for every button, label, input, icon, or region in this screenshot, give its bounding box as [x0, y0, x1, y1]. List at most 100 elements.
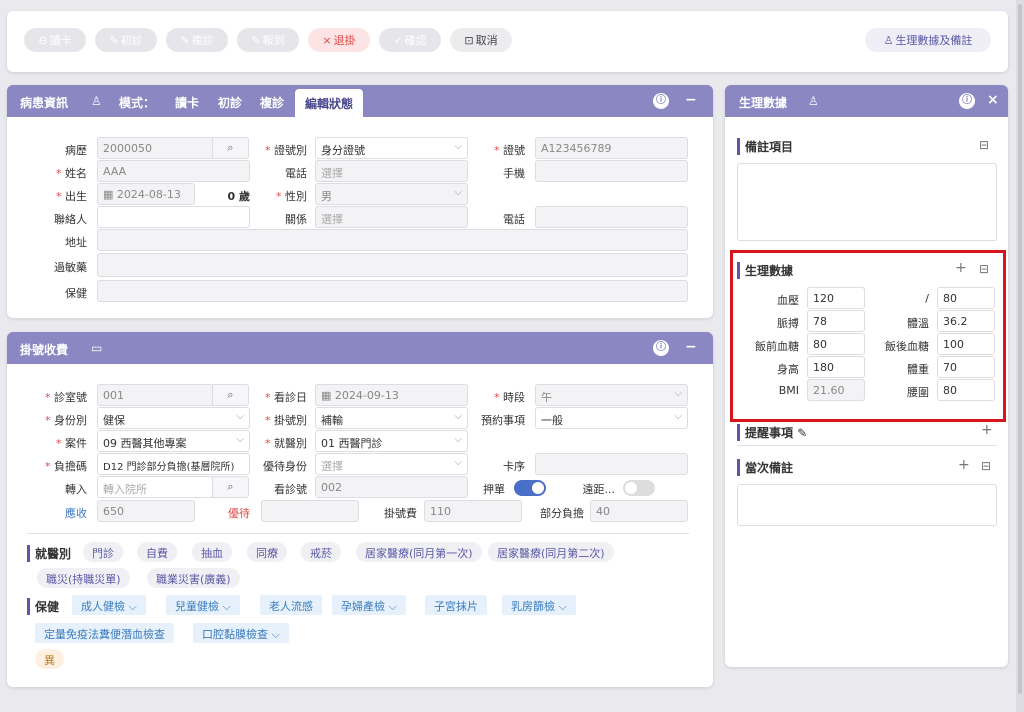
regfee-label: 掛號費 — [384, 507, 417, 520]
copay-input[interactable]: 40 — [590, 500, 688, 522]
patient-info-panel: 病患資訊 ♙ 模式： 讀卡 初診 複診 編輯狀態 ⓘ − 病歷 2000050 … — [7, 85, 713, 318]
receivable-input[interactable]: 650 — [97, 500, 195, 522]
chip-visit-type[interactable]: 自費 — [137, 542, 177, 562]
scrollbar[interactable] — [1016, 0, 1024, 712]
tab-edit-state[interactable]: 編輯狀態 — [295, 89, 364, 117]
abnormal-badge[interactable]: 異 — [35, 649, 64, 669]
discount-label: 優待 — [228, 507, 250, 520]
vitals-notes-button[interactable]: ♙ 生理數據及備註 — [865, 28, 991, 52]
dept-label: * 就醫別 — [265, 437, 307, 450]
chip-care[interactable]: 兒童健檢 ⌵ — [166, 595, 240, 615]
chevron-down-icon: ⌵ — [454, 411, 462, 422]
idno-input[interactable]: A123456789 — [535, 137, 688, 159]
case-select[interactable]: 09 西醫其他專案 ⌵ — [97, 430, 250, 452]
reminder-section-title: 提醒事項 ✎ — [737, 424, 807, 441]
cancel-registration-button[interactable]: × 退掛 — [308, 28, 370, 52]
tab-first-visit[interactable]: 初診 — [218, 94, 242, 111]
minimize-icon[interactable]: − — [685, 339, 697, 355]
visit-no-label: 看診號 — [274, 483, 307, 496]
plus-icon[interactable]: + — [981, 422, 993, 438]
minimize-icon[interactable]: − — [685, 92, 697, 108]
chip-visit-type[interactable]: 抽血 — [192, 542, 232, 562]
first-visit-button[interactable]: ✎ 初診 — [95, 28, 157, 52]
care-section-title: 保健 — [27, 598, 59, 615]
idtype-select[interactable]: 身分證號 ⌵ — [315, 137, 468, 159]
deposit-toggle[interactable] — [514, 480, 546, 496]
read-card-button[interactable]: ⊖ 讀卡 — [24, 28, 86, 52]
contact-input[interactable] — [97, 206, 250, 228]
dept-select[interactable]: 01 西醫門診 ⌵ — [315, 430, 468, 452]
toolbar: ⊖ 讀卡 ✎ 初診 ✎ 複診 ✎ 報到 × 退掛 ✓ 確認 ⊡ 取消 ♙ 生理數據及備註 — [7, 11, 1008, 72]
divider — [27, 533, 689, 534]
confirm-button[interactable]: ✓ 確認 — [379, 28, 441, 52]
regtype-select[interactable]: 補輸 ⌵ — [315, 407, 468, 429]
chip-care[interactable]: 成人健檢 ⌵ — [72, 595, 146, 615]
pen-icon[interactable]: ✎ — [797, 426, 807, 440]
name-input[interactable]: AAA — [97, 160, 250, 182]
chip-care[interactable]: 口腔黏膜檢查 ⌵ — [193, 623, 289, 643]
identity-select[interactable]: 健保 ⌵ — [97, 407, 250, 429]
chevron-down-icon: ⌵ — [236, 411, 244, 422]
remote-toggle[interactable] — [623, 480, 655, 496]
discount-input[interactable] — [261, 500, 359, 522]
deposit-label: 押單 — [483, 483, 505, 496]
chip-visit-type[interactable]: 居家醫療(同月第二次) — [488, 542, 614, 562]
sex-select[interactable]: 男 ⌵ — [315, 183, 468, 205]
save-icon[interactable]: ⊟ — [979, 138, 989, 152]
chip-visit-type[interactable]: 門診 — [83, 542, 123, 562]
phone-select[interactable]: 選擇 — [315, 160, 468, 182]
contact-label: 聯絡人 — [54, 213, 87, 226]
tab-revisit[interactable]: 複診 — [260, 94, 284, 111]
notes-textarea[interactable] — [737, 163, 997, 241]
revisit-button[interactable]: ✎ 複診 — [166, 28, 228, 52]
close-icon[interactable]: × — [987, 92, 999, 108]
plus-icon[interactable]: + — [958, 457, 970, 473]
current-notes-textarea[interactable] — [737, 484, 997, 526]
transfer-input[interactable]: 轉入院所 — [97, 476, 213, 498]
card-seq-input[interactable] — [535, 453, 688, 475]
divider — [737, 445, 997, 446]
chip-care[interactable]: 孕婦產檢 ⌵ — [332, 595, 406, 615]
user-icon: ♙ — [808, 94, 819, 108]
chip-care[interactable]: 老人流感 — [260, 595, 322, 615]
cancel-button[interactable]: ⊡ 取消 — [450, 28, 512, 52]
regfee-input[interactable]: 110 — [424, 500, 522, 522]
folder-icon: ▭ — [91, 341, 103, 355]
relation-select[interactable]: 選擇 — [315, 206, 468, 228]
save-icon[interactable]: ⊟ — [981, 459, 991, 473]
info-icon[interactable]: ⓘ — [653, 340, 669, 356]
mobile-input[interactable] — [535, 160, 688, 182]
search-icon[interactable]: ⌕ — [212, 384, 249, 406]
registration-header: 掛號收費 ▭ ⓘ − — [7, 332, 713, 364]
visit-no-input[interactable]: 002 — [315, 476, 468, 498]
visit-date-input[interactable]: ▦ 2024-09-13 — [315, 384, 468, 406]
insurance-input[interactable] — [97, 280, 688, 302]
search-icon[interactable]: ⌕ — [212, 137, 249, 159]
room-input[interactable]: 001 — [97, 384, 213, 406]
chip-visit-type[interactable]: 職災(持職災單) — [37, 568, 130, 588]
chip-visit-type[interactable]: 職業災害(廣義) — [147, 568, 240, 588]
allergy-input[interactable] — [97, 253, 688, 277]
burden-select[interactable]: D12 門診部分負擔(基層院所) — [97, 453, 250, 475]
register-button[interactable]: ✎ 報到 — [237, 28, 299, 52]
chip-visit-type[interactable]: 居家醫療(同月第一次) — [356, 542, 482, 562]
chip-care[interactable]: 定量免疫法糞便潛血檢查 — [35, 623, 174, 643]
check-icon: ✓ — [393, 33, 403, 47]
burden-label: * 負擔碼 — [45, 460, 87, 473]
chip-visit-type[interactable]: 同療 — [247, 542, 287, 562]
period-select[interactable]: 午 ⌵ — [535, 384, 688, 406]
pen-icon: ✎ — [180, 33, 190, 47]
priority-select[interactable]: 選擇 ⌵ — [315, 453, 468, 475]
chip-care[interactable]: 子宮抹片 — [425, 595, 487, 615]
info-icon[interactable]: ⓘ — [653, 93, 669, 109]
appointment-select[interactable]: 一般 ⌵ — [535, 407, 688, 429]
birth-date-input[interactable]: ▦ 2024-08-13 — [97, 183, 195, 205]
phone2-input[interactable] — [535, 206, 688, 228]
tab-read-card[interactable]: 讀卡 — [175, 94, 199, 111]
search-icon[interactable]: ⌕ — [212, 476, 249, 498]
address-input[interactable] — [97, 229, 688, 251]
chip-visit-type[interactable]: 戒菸 — [301, 542, 341, 562]
chip-care[interactable]: 乳房篩檢 ⌵ — [502, 595, 576, 615]
chart-input[interactable]: 2000050 — [97, 137, 213, 159]
info-icon[interactable]: ⓘ — [959, 93, 975, 109]
